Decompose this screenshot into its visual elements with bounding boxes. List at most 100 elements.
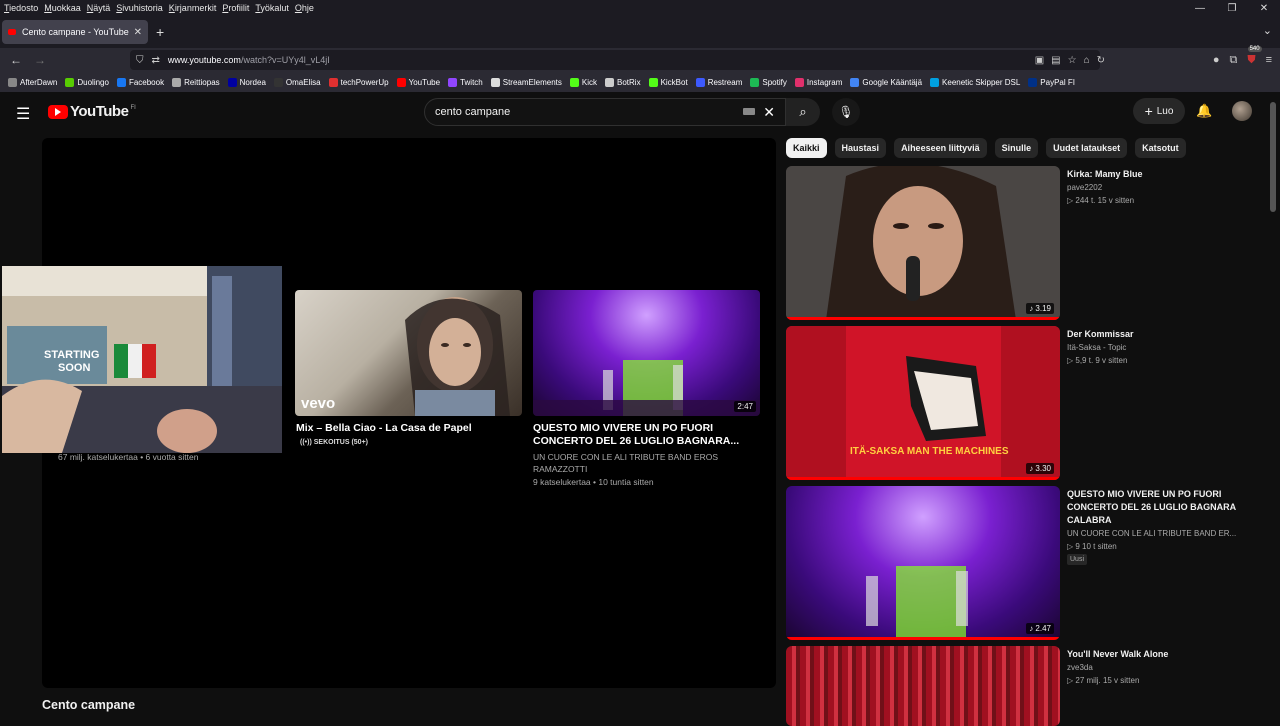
chip-watched[interactable]: Katsotut [1135, 138, 1186, 158]
menu-tools[interactable]: Työkalut [255, 3, 289, 13]
voice-search-button[interactable]: 🎙 [832, 98, 860, 126]
menu-help[interactable]: Ohje [295, 3, 314, 13]
reader-view-icon[interactable]: ▤ [1051, 55, 1060, 66]
rec-thumbnail[interactable] [786, 646, 1060, 726]
bookmark-item[interactable]: OmaElisa [273, 77, 321, 87]
video-title: Cento campane [42, 698, 136, 712]
minimize-button[interactable]: — [1184, 0, 1216, 16]
bookmark-item[interactable]: techPowerUp [328, 77, 389, 87]
bookmark-item[interactable]: StreamElements [490, 77, 562, 87]
rec-title[interactable]: You'll Never Walk Alone [1067, 648, 1247, 661]
notifications-bell-icon[interactable]: 🔔 [1196, 103, 1212, 119]
rec-thumbnail[interactable]: ITÄ-SAKSA MAN THE MACHINES ♪ 3.30 [786, 326, 1060, 480]
rec-progress-bar [786, 477, 1060, 480]
toolbar-right: ● ⧉ ⛊ 540 ≡ [1213, 45, 1272, 72]
list-tabs-chevron-icon[interactable]: ⌄ [1263, 24, 1272, 37]
bookmark-item[interactable]: AfterDawn [8, 77, 57, 87]
bookmark-item[interactable]: Restream [695, 77, 743, 87]
picture-in-picture-icon[interactable]: ▣ [1035, 55, 1044, 66]
window-controls: — ❐ ✕ [1184, 0, 1280, 16]
rec-title[interactable]: Der Kommissar [1067, 328, 1247, 341]
bookmark-item[interactable]: KickBot [648, 77, 688, 87]
rec-channel[interactable]: Itä-Saksa - Topic [1067, 343, 1126, 352]
menu-history[interactable]: Sivuhistoria [116, 3, 163, 13]
endscreen-meta-questo: 9 katselukertaa • 10 tuntia sitten [533, 477, 654, 487]
chip-related[interactable]: Aiheeseen liittyviä [894, 138, 987, 158]
country-code: FI [130, 104, 136, 111]
menu-bookmarks[interactable]: Kirjanmerkit [169, 3, 217, 13]
close-tab-icon[interactable]: ✕ [134, 27, 142, 38]
rec-progress-bar [786, 317, 1060, 320]
youtube-logo[interactable]: YouTube FI [48, 103, 136, 120]
create-button[interactable]: + Luo [1133, 98, 1185, 124]
endscreen-thumbnail-questo[interactable]: 2:47 [533, 290, 760, 416]
bookmark-favicon-icon [273, 77, 283, 87]
bookmark-label: Instagram [806, 77, 843, 87]
bookmark-item[interactable]: BotRix [605, 77, 641, 87]
shield-icon[interactable]: ⛉ [136, 55, 144, 66]
rec-channel[interactable]: zve3da [1067, 663, 1093, 672]
clear-search-icon[interactable]: ✕ [763, 104, 775, 121]
home-icon[interactable]: ⌂ [1084, 55, 1090, 66]
bookmark-label: BotRix [617, 77, 641, 87]
bookmark-item[interactable]: Twitch [448, 77, 483, 87]
browser-tab[interactable]: Cento campane - YouTube ✕ [2, 20, 148, 44]
bookmark-item[interactable]: Facebook [116, 77, 164, 87]
close-window-button[interactable]: ✕ [1248, 0, 1280, 16]
keyboard-icon[interactable] [743, 108, 755, 115]
new-tab-button[interactable]: + [156, 24, 164, 40]
chip-search[interactable]: Haustasi [834, 138, 887, 158]
rec-title[interactable]: QUESTO MIO VIVERE UN PO FUORI CONCERTO D… [1067, 488, 1247, 527]
search-button[interactable]: ⌕ [786, 98, 820, 126]
rec-title[interactable]: Kirka: Mamy Blue [1067, 168, 1247, 181]
chip-new-uploads[interactable]: Uudet lataukset [1046, 138, 1128, 158]
bookmark-item[interactable]: YouTube [396, 77, 440, 87]
menu-file[interactable]: Tiedosto [4, 3, 38, 13]
bookmark-item[interactable]: PayPal FI [1028, 77, 1075, 87]
menu-edit[interactable]: Muokkaa [44, 3, 81, 13]
app-menu-icon[interactable]: ≡ [1266, 54, 1272, 66]
bookmark-item[interactable]: Keenetic Skipper DSL [930, 77, 1020, 87]
permissions-icon[interactable]: ⇄ [152, 55, 160, 66]
rec-thumbnail[interactable]: ♪ 3.19 [786, 166, 1060, 320]
bookmark-item[interactable]: Reittiopas [172, 77, 220, 87]
bookmark-item[interactable]: Google Kääntäjä [850, 77, 922, 87]
extensions-icon[interactable]: ⧉ [1229, 54, 1237, 67]
webcam-sign-line1: STARTING [44, 349, 99, 361]
rec-thumbnail[interactable]: ♪ 2.47 [786, 486, 1060, 640]
hamburger-menu-icon[interactable]: ☰ [16, 104, 30, 124]
account-icon[interactable]: ● [1213, 54, 1220, 66]
bookmark-item[interactable]: Spotify [750, 77, 787, 87]
page-scrollbar[interactable] [1270, 102, 1276, 212]
forward-button[interactable]: → [28, 53, 52, 67]
back-button[interactable]: ← [4, 53, 28, 67]
bookmark-favicon-icon [648, 77, 658, 87]
reload-icon[interactable]: ↻ [1097, 55, 1105, 66]
maximize-button[interactable]: ❐ [1216, 0, 1248, 16]
menu-profiles[interactable]: Profiilit [222, 3, 249, 13]
chip-all[interactable]: Kaikki [786, 138, 827, 158]
microphone-icon: 🎙 [838, 105, 854, 119]
bookmark-item[interactable]: Nordea [227, 77, 266, 87]
avatar[interactable] [1232, 101, 1252, 121]
bookmark-item[interactable]: Kick [569, 77, 597, 87]
address-bar[interactable]: ⛉ ⇄ www.youtube.com/watch?v=UYy4l_vL4jI [130, 50, 1100, 70]
ublock-icon[interactable]: ⛊ 540 [1247, 45, 1262, 67]
rec-channel[interactable]: pave2202 [1067, 183, 1102, 192]
bookmark-item[interactable]: Duolingo [65, 77, 109, 87]
endscreen-title-bella-ciao[interactable]: Mix – Bella Ciao - La Casa de Papel [296, 422, 526, 435]
bookmark-favicon-icon [8, 77, 17, 87]
mix-icon: ((•)) [300, 439, 314, 446]
youtube-play-icon [48, 104, 68, 119]
rec-channel[interactable]: UN CUORE CON LE ALI TRIBUTE BAND ER... [1067, 529, 1236, 538]
endscreen-thumbnail-bella-ciao[interactable]: vevo [295, 290, 522, 416]
menu-view[interactable]: Näytä [87, 3, 111, 13]
bookmark-item[interactable]: Instagram [794, 77, 843, 87]
bookmark-star-icon[interactable]: ☆ [1068, 55, 1077, 66]
rec-progress-bar [786, 637, 1060, 640]
url-host: www.youtube.com [167, 55, 241, 65]
endscreen-title-questo[interactable]: QUESTO MIO VIVERE UN PO FUORI CONCERTO D… [533, 422, 763, 448]
search-input[interactable]: cento campane ✕ [424, 98, 786, 126]
chip-for-you[interactable]: Sinulle [994, 138, 1039, 158]
bookmark-label: Restream [707, 77, 743, 87]
